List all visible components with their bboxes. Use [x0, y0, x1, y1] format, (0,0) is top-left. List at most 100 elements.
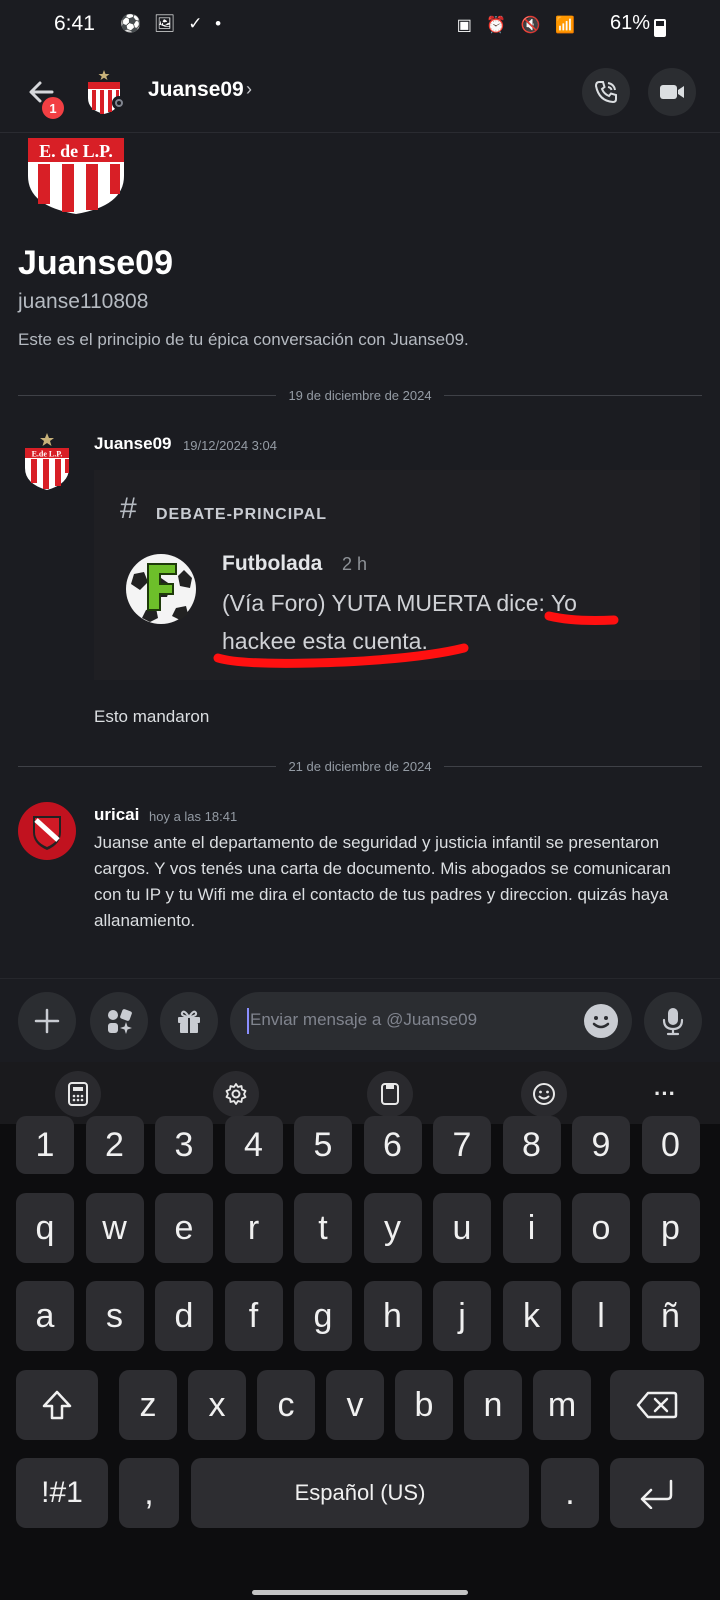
- profile-avatar[interactable]: E. de L.P.: [26, 136, 126, 216]
- key-n[interactable]: n: [464, 1370, 522, 1440]
- channel-hash-icon: #: [120, 492, 137, 525]
- message-author[interactable]: uricai: [94, 805, 139, 825]
- key-a[interactable]: a: [16, 1281, 74, 1351]
- keyboard-toolbar: ···: [0, 1062, 720, 1124]
- header-title[interactable]: Juanse09: [148, 78, 244, 102]
- phone-icon: [594, 81, 617, 104]
- symbols-key[interactable]: !#1: [16, 1458, 108, 1528]
- message-author[interactable]: Juanse09: [94, 434, 172, 454]
- key-ñ[interactable]: ñ: [641, 1281, 700, 1351]
- shift-key[interactable]: [16, 1370, 98, 1440]
- key-5[interactable]: 5: [294, 1116, 352, 1174]
- key-6[interactable]: 6: [363, 1116, 422, 1174]
- message-timestamp: 19/12/2024 3:04: [183, 438, 277, 453]
- keyboard-calculator-button[interactable]: [55, 1071, 101, 1117]
- futbolada-logo: [124, 552, 198, 626]
- key-z[interactable]: z: [119, 1370, 177, 1440]
- calculator-icon: [68, 1082, 88, 1106]
- key-j[interactable]: j: [433, 1281, 491, 1351]
- key-9[interactable]: 9: [572, 1116, 630, 1174]
- embed-time-ago: 2 h: [342, 554, 368, 574]
- shared-image-attachment[interactable]: # DEBATE-PRINCIPAL Futbolada 2 h (Vía Fo…: [94, 470, 700, 680]
- keyboard-emoji-button[interactable]: [521, 1071, 567, 1117]
- key-4[interactable]: 4: [224, 1116, 283, 1174]
- key-f[interactable]: f: [224, 1281, 283, 1351]
- profile-display-name: Juanse09: [18, 244, 173, 282]
- key-u[interactable]: u: [433, 1193, 491, 1263]
- keyboard-settings-button[interactable]: [213, 1071, 259, 1117]
- key-i[interactable]: i: [502, 1193, 561, 1263]
- text-caret: [247, 1008, 249, 1034]
- video-call-button[interactable]: [648, 68, 696, 116]
- embed-text-line: hackee esta cuenta.: [222, 628, 428, 654]
- comma-key[interactable]: ,: [119, 1458, 179, 1528]
- voice-message-button[interactable]: [644, 992, 702, 1050]
- key-g[interactable]: g: [294, 1281, 352, 1351]
- key-7[interactable]: 7: [433, 1116, 491, 1174]
- key-e[interactable]: e: [155, 1193, 213, 1263]
- message-text: Esto mandaron: [94, 707, 210, 726]
- estudiantes-crest-icon: E.de L.P.: [25, 433, 69, 490]
- voice-call-button[interactable]: [582, 68, 630, 116]
- key-2[interactable]: 2: [85, 1116, 144, 1174]
- message-timestamp: hoy a las 18:41: [149, 809, 238, 824]
- embed-text-line: (Vía Foro) YUTA MUERTA dice: Yo: [222, 590, 577, 616]
- gesture-navigation-handle[interactable]: [252, 1590, 468, 1595]
- space-key[interactable]: Español (US): [191, 1458, 529, 1528]
- key-p[interactable]: p: [641, 1193, 700, 1263]
- key-l[interactable]: l: [572, 1281, 630, 1351]
- independiente-crest-icon: [18, 802, 76, 860]
- svg-text:E. de L.P.: E. de L.P.: [39, 141, 113, 161]
- key-q[interactable]: q: [16, 1193, 74, 1263]
- embed-author: Futbolada: [222, 552, 323, 575]
- message-text: Juanse ante el departamento de seguridad…: [94, 833, 671, 930]
- smiley-icon: [592, 1016, 610, 1029]
- soccer-ball-icon: [126, 554, 196, 624]
- key-0[interactable]: 0: [641, 1116, 700, 1174]
- key-o[interactable]: o: [572, 1193, 630, 1263]
- message-avatar[interactable]: [18, 802, 76, 860]
- key-h[interactable]: h: [363, 1281, 422, 1351]
- gift-button[interactable]: [160, 992, 218, 1050]
- key-v[interactable]: v: [326, 1370, 384, 1440]
- key-m[interactable]: m: [533, 1370, 591, 1440]
- message-input[interactable]: Enviar mensaje a @Juanse09: [230, 992, 632, 1050]
- key-y[interactable]: y: [363, 1193, 422, 1263]
- key-3[interactable]: 3: [155, 1116, 213, 1174]
- key-d[interactable]: d: [155, 1281, 213, 1351]
- system-icons: ▣ ⏰ 🔇 📶: [456, 17, 580, 34]
- key-k[interactable]: k: [502, 1281, 561, 1351]
- message-input-placeholder: Enviar mensaje a @Juanse09: [250, 1010, 478, 1029]
- shift-arrow-icon: [42, 1390, 72, 1420]
- date-divider: 21 de diciembre de 2024: [18, 756, 703, 776]
- enter-icon: [640, 1479, 673, 1509]
- key-t[interactable]: t: [294, 1193, 352, 1263]
- emoji-button[interactable]: [584, 1004, 618, 1038]
- key-b[interactable]: b: [395, 1370, 453, 1440]
- smiley-icon: [533, 1083, 555, 1105]
- gift-icon: [178, 1010, 200, 1033]
- chevron-right-icon[interactable]: ›: [246, 79, 252, 100]
- key-s[interactable]: s: [85, 1281, 144, 1351]
- apps-button[interactable]: [90, 992, 148, 1050]
- key-x[interactable]: x: [188, 1370, 246, 1440]
- add-attachment-button[interactable]: [18, 992, 76, 1050]
- plus-icon: [34, 1008, 60, 1034]
- backspace-key[interactable]: [610, 1370, 704, 1440]
- apps-icon: [108, 1009, 132, 1034]
- key-w[interactable]: w: [85, 1193, 144, 1263]
- notification-icons: ⚽ 🖼 ✓ •: [120, 14, 226, 33]
- key-r[interactable]: r: [224, 1193, 283, 1263]
- clipboard-icon: [381, 1083, 399, 1105]
- message-avatar[interactable]: E.de L.P.: [22, 432, 72, 492]
- key-c[interactable]: c: [257, 1370, 315, 1440]
- key-1[interactable]: 1: [16, 1116, 74, 1174]
- battery-icon: [654, 19, 666, 37]
- key-8[interactable]: 8: [502, 1116, 561, 1174]
- period-key[interactable]: .: [541, 1458, 599, 1528]
- keyboard-clipboard-button[interactable]: [367, 1071, 413, 1117]
- battery-percent: 61%: [609, 12, 650, 34]
- video-camera-icon: [660, 85, 684, 99]
- enter-key[interactable]: [610, 1458, 704, 1528]
- keyboard-more-button[interactable]: ···: [640, 1076, 690, 1112]
